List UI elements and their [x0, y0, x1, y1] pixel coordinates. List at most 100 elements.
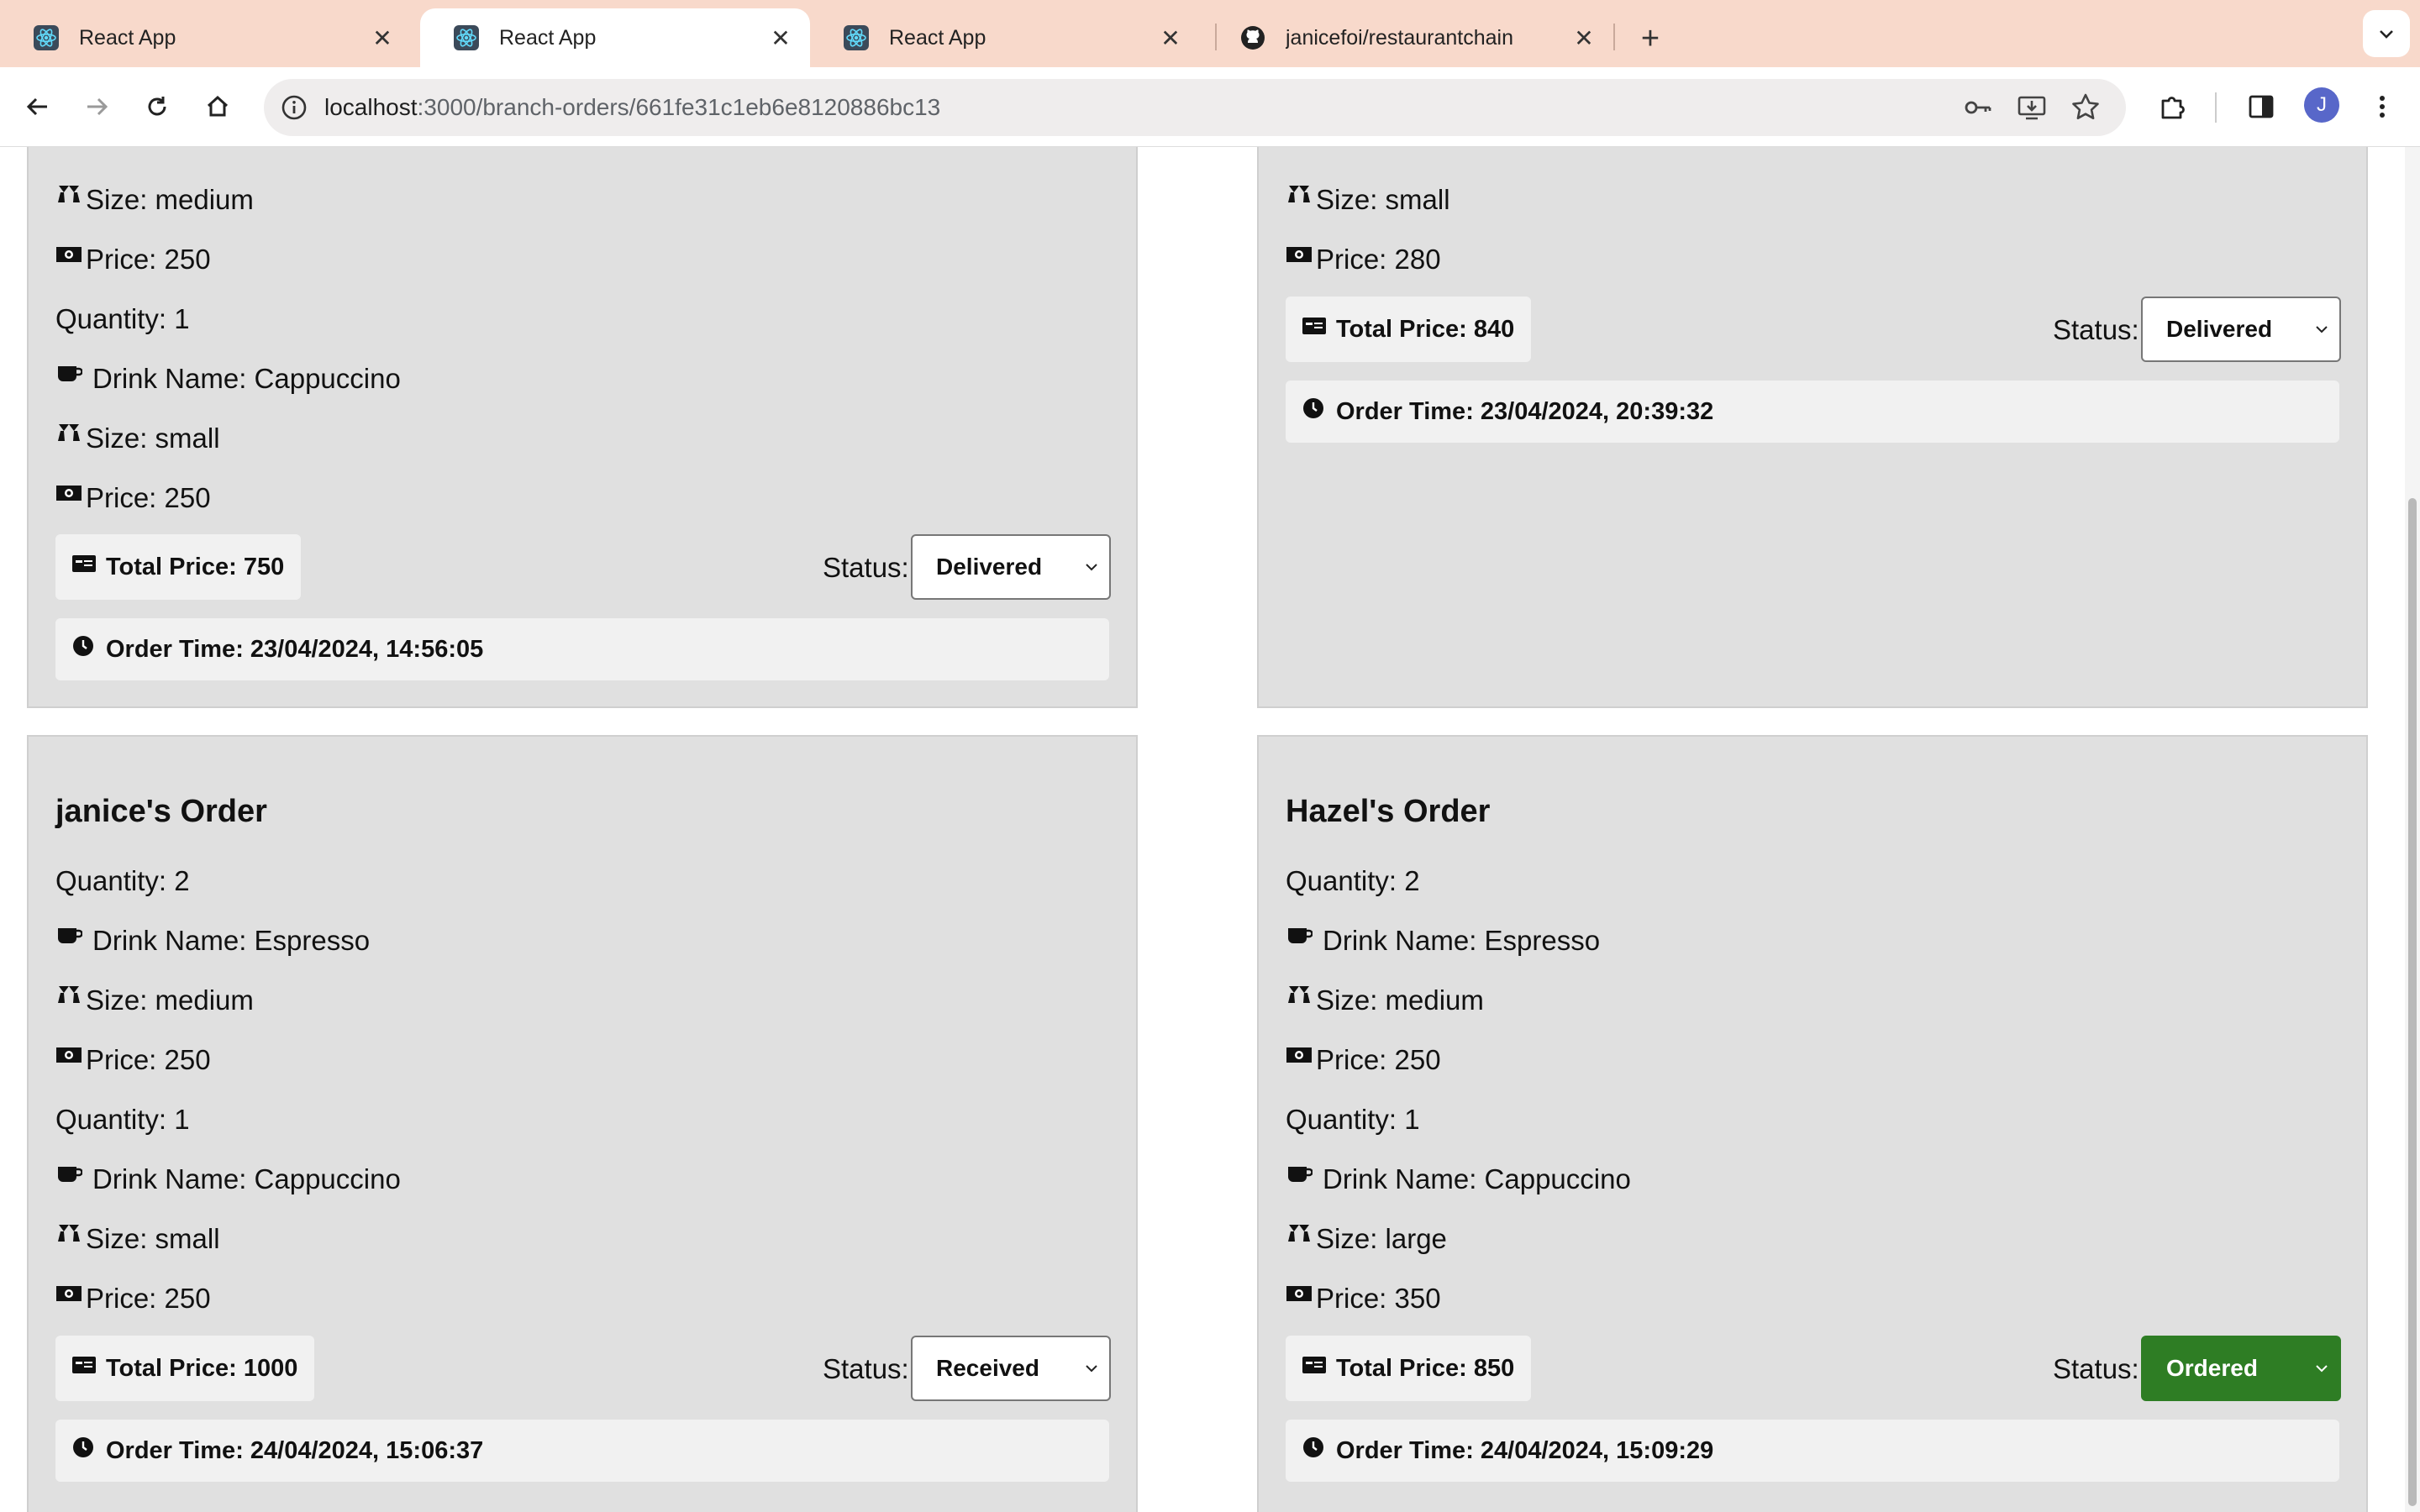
coffee-cup-icon: [58, 366, 82, 381]
total-price-box: Total Price: 750: [55, 534, 302, 600]
receipt-icon: [72, 1357, 96, 1373]
item-size: Size: small: [1286, 184, 1450, 216]
tab-2-active[interactable]: React App ✕: [420, 8, 810, 67]
quantity-text: Quantity: 2: [55, 865, 190, 896]
url-host: localhost: [324, 94, 418, 120]
item-price: Price: 250: [55, 244, 211, 276]
size-icon: [58, 986, 80, 1003]
coffee-cup-icon: [58, 928, 82, 943]
tab-title: React App: [79, 25, 176, 50]
size-icon: [1288, 986, 1310, 1003]
total-price-text: Total Price: 840: [1336, 315, 1515, 343]
new-tab-plus-icon[interactable]: +: [1627, 15, 1674, 62]
price-text: Price: 250: [86, 482, 211, 513]
size-icon: [58, 186, 80, 202]
back-arrow-icon[interactable]: [17, 86, 59, 128]
close-icon[interactable]: ✕: [1571, 24, 1597, 52]
tab-strip: React App ✕ React App ✕ React App ✕ jani…: [0, 0, 2420, 67]
extensions-puzzle-icon[interactable]: [2151, 86, 2193, 128]
item-price: Price: 280: [1286, 244, 1441, 276]
total-price-box: Total Price: 850: [1286, 1336, 1532, 1401]
address-bar[interactable]: localhost:3000/branch-orders/661fe31c1eb…: [264, 79, 2126, 136]
tab-4[interactable]: janicefoi/restaurantchain ✕: [1207, 8, 1613, 67]
order-time-text: Order Time: 23/04/2024, 20:39:32: [1336, 397, 1714, 425]
toolbar-divider: [2215, 92, 2217, 123]
profile-avatar[interactable]: J: [2304, 87, 2339, 123]
price-text: Price: 250: [86, 1044, 211, 1075]
github-icon: [1240, 25, 1265, 50]
receipt-icon: [1302, 318, 1326, 334]
status-value: Received: [936, 1355, 1039, 1381]
status-select[interactable]: Delivered: [911, 534, 1111, 600]
price-text: Price: 250: [86, 1283, 211, 1314]
status-select[interactable]: Delivered: [2141, 297, 2341, 362]
react-icon: [844, 25, 869, 50]
install-app-icon[interactable]: [2015, 91, 2049, 124]
reload-icon[interactable]: [136, 86, 178, 128]
status-label: Status:: [2053, 1353, 2139, 1384]
order-card: Size: small Price: 280 Total Price: 840 …: [1257, 147, 2368, 708]
item-quantity: Quantity: 1: [55, 303, 190, 335]
home-icon[interactable]: [197, 86, 239, 128]
side-panel-icon[interactable]: [2240, 86, 2282, 128]
close-icon[interactable]: ✕: [768, 24, 793, 52]
item-quantity: Quantity: 2: [55, 865, 190, 897]
order-title: Hazel's Order: [1286, 794, 1491, 829]
money-icon: [56, 1047, 82, 1063]
item-size: Size: medium: [1286, 984, 1484, 1016]
close-icon[interactable]: ✕: [1158, 24, 1183, 52]
close-icon[interactable]: ✕: [370, 24, 395, 52]
total-price-box: Total Price: 840: [1286, 297, 1532, 362]
coffee-cup-icon: [1288, 1167, 1313, 1182]
tab-1[interactable]: React App ✕: [0, 8, 412, 67]
price-text: Price: 250: [1316, 1044, 1441, 1075]
total-price-text: Total Price: 750: [106, 553, 285, 580]
tab-search-chevron-icon[interactable]: [2363, 10, 2410, 57]
clock-icon: [73, 636, 93, 656]
scrollbar-thumb[interactable]: [2408, 498, 2417, 1506]
site-info-icon[interactable]: [279, 92, 309, 123]
status-select[interactable]: Received: [911, 1336, 1111, 1401]
chevron-down-icon: [2316, 1365, 2328, 1373]
money-icon: [56, 247, 82, 262]
price-text: Price: 250: [86, 244, 211, 275]
size-text: Size: medium: [86, 984, 254, 1016]
kebab-menu-icon[interactable]: [2361, 86, 2403, 128]
drink-text: Drink Name: Cappuccino: [92, 363, 401, 394]
item-drink: Drink Name: Cappuccino: [55, 1163, 401, 1195]
money-icon: [1286, 247, 1312, 262]
password-key-icon[interactable]: [1961, 91, 1995, 124]
order-card: Size: medium Price: 250 Quantity: 1 Drin…: [27, 147, 1138, 708]
order-time-text: Order Time: 24/04/2024, 15:09:29: [1336, 1436, 1714, 1464]
order-time-box: Order Time: 24/04/2024, 15:06:37: [55, 1420, 1109, 1482]
total-price-box: Total Price: 1000: [55, 1336, 315, 1401]
size-icon: [58, 424, 80, 441]
price-text: Price: 350: [1316, 1283, 1441, 1314]
total-price-text: Total Price: 850: [1336, 1354, 1515, 1382]
forward-arrow-icon[interactable]: [76, 86, 118, 128]
drink-text: Drink Name: Espresso: [1323, 925, 1601, 956]
drink-text: Drink Name: Espresso: [92, 925, 371, 956]
quantity-text: Quantity: 1: [55, 303, 190, 334]
size-icon: [1288, 186, 1310, 202]
page-viewport: Size: medium Price: 250 Quantity: 1 Drin…: [0, 147, 2405, 1512]
vertical-scrollbar[interactable]: [2405, 147, 2420, 1512]
order-time-box: Order Time: 24/04/2024, 15:09:29: [1286, 1420, 2339, 1482]
clock-icon: [1303, 1437, 1323, 1457]
drink-text: Drink Name: Cappuccino: [1323, 1163, 1631, 1194]
size-text: Size: small: [1316, 184, 1450, 215]
bookmark-star-icon[interactable]: [2069, 91, 2102, 124]
item-price: Price: 250: [55, 1044, 211, 1076]
status-label: Status:: [823, 1353, 909, 1384]
money-icon: [56, 486, 82, 501]
react-icon: [454, 25, 479, 50]
money-icon: [1286, 1047, 1312, 1063]
status-select[interactable]: Ordered: [2141, 1336, 2341, 1401]
item-price: Price: 250: [55, 1283, 211, 1315]
tab-3[interactable]: React App ✕: [810, 8, 1200, 67]
item-size: Size: small: [55, 1223, 220, 1255]
chevron-down-icon: [2316, 326, 2328, 333]
order-time-text: Order Time: 23/04/2024, 14:56:05: [106, 635, 484, 663]
order-time-box: Order Time: 23/04/2024, 14:56:05: [55, 618, 1109, 680]
status-label: Status:: [823, 552, 909, 583]
